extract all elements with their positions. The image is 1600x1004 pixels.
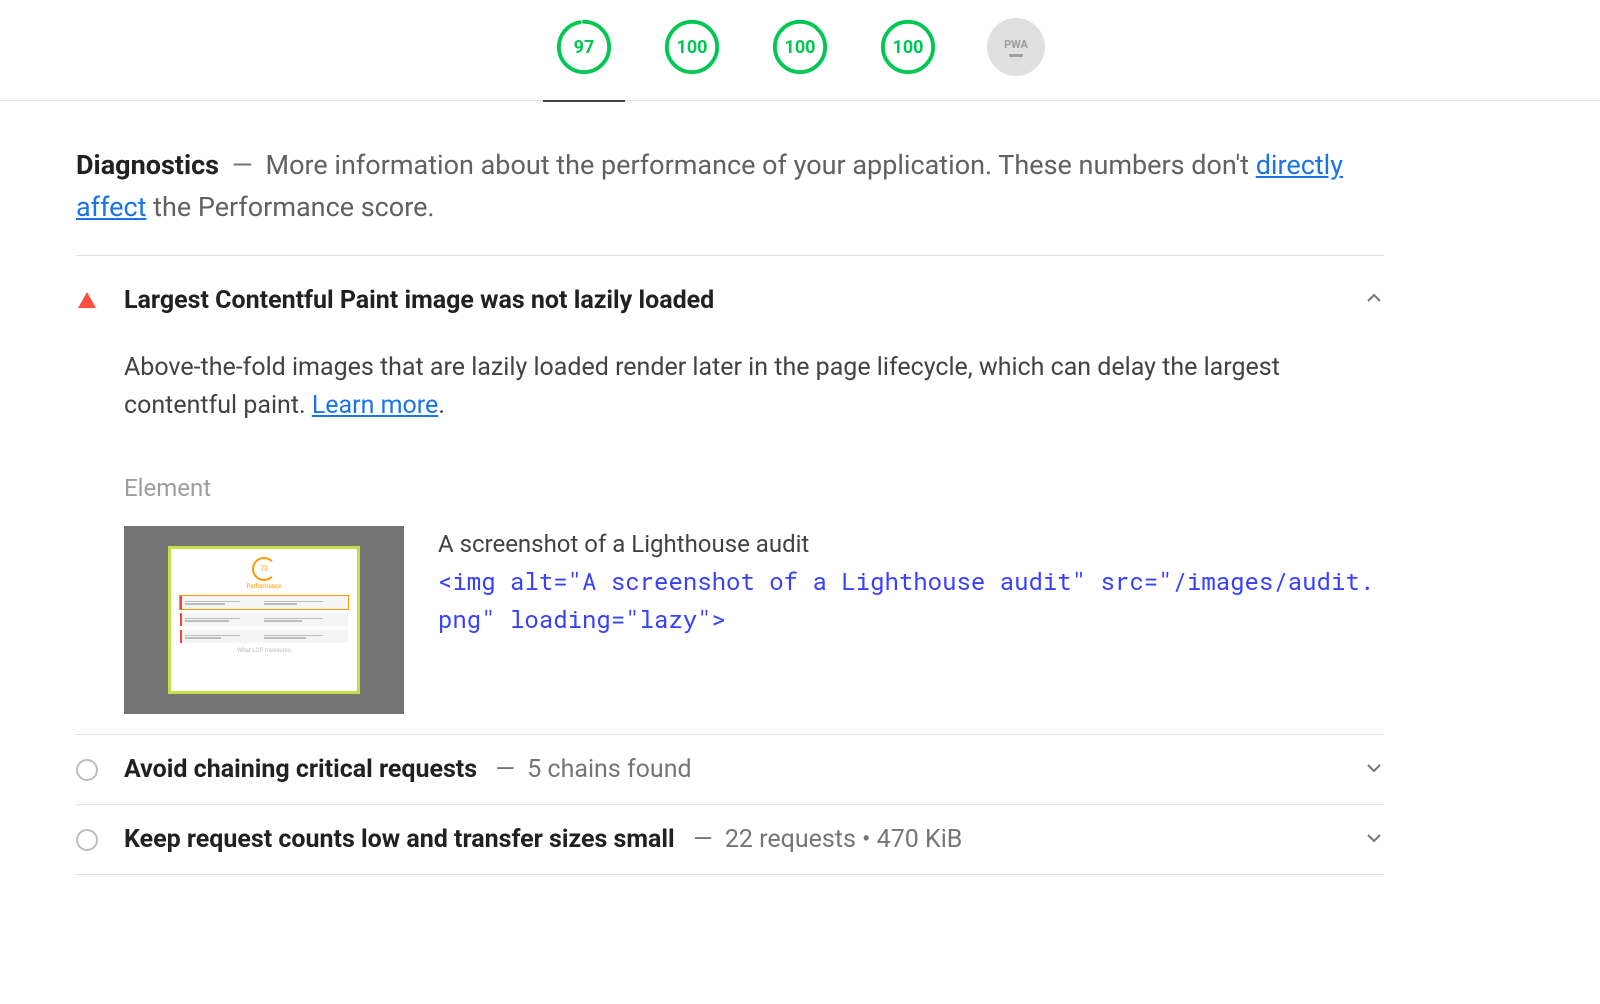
audit-header[interactable]: Keep request counts low and transfer siz… (76, 825, 1384, 854)
em-dash: — (226, 149, 259, 181)
chevron-down-icon[interactable] (1364, 758, 1384, 782)
warning-triangle-icon (76, 289, 98, 311)
diagnostics-text-2: the Performance score. (153, 191, 434, 223)
audit-item-chaining: Avoid chaining critical requests — 5 cha… (76, 735, 1384, 805)
score-header: 97 100 100 100 PWA (0, 0, 1600, 101)
audit-title: Keep request counts low and transfer siz… (124, 825, 675, 854)
pwa-dash-icon (1009, 54, 1023, 57)
audit-header[interactable]: Avoid chaining critical requests — 5 cha… (76, 755, 1384, 784)
neutral-circle-icon (76, 759, 98, 781)
element-caption: A screenshot of a Lighthouse audit (438, 526, 1384, 563)
score-gauge-accessibility[interactable]: 100 (663, 18, 721, 76)
score-gauge-pwa[interactable]: PWA (987, 18, 1045, 76)
diagnostics-text-1: More information about the performance o… (266, 149, 1256, 181)
element-column-header: Element (124, 474, 1384, 502)
element-details: A screenshot of a Lighthouse audit <img … (438, 526, 1384, 638)
audit-item-request-counts: Keep request counts low and transfer siz… (76, 805, 1384, 875)
chevron-down-icon[interactable] (1364, 828, 1384, 852)
chevron-up-icon[interactable] (1364, 288, 1384, 312)
element-thumbnail: 73 Performance What LCP measures (124, 526, 404, 714)
audit-subtitle: 5 chains found (527, 755, 691, 784)
neutral-circle-icon (76, 829, 98, 851)
score-value: 100 (663, 18, 721, 76)
pwa-label: PWA (1004, 38, 1028, 51)
score-gauge-best-practices[interactable]: 100 (771, 18, 829, 76)
score-value: 100 (771, 18, 829, 76)
audit-body: Above-the-fold images that are lazily lo… (76, 315, 1384, 715)
audit-item-lcp-lazy: Largest Contentful Paint image was not l… (76, 266, 1384, 736)
score-gauge-seo[interactable]: 100 (879, 18, 937, 76)
score-value: 100 (879, 18, 937, 76)
element-row: 73 Performance What LCP measures A scree… (124, 526, 1384, 714)
audit-header[interactable]: Largest Contentful Paint image was not l… (76, 286, 1384, 315)
score-gauge-performance[interactable]: 97 (555, 18, 613, 76)
audit-title: Avoid chaining critical requests (124, 755, 477, 784)
element-code-snippet: <img alt="A screenshot of a Lighthouse a… (438, 563, 1384, 637)
learn-more-link[interactable]: Learn more (312, 391, 438, 420)
audit-description: Above-the-fold images that are lazily lo… (124, 349, 1304, 427)
audit-subtitle: 22 requests • 470 KiB (725, 825, 963, 854)
diagnostics-heading: Diagnostics — More information about the… (76, 145, 1384, 256)
diagnostics-section: Diagnostics — More information about the… (0, 101, 1460, 875)
diagnostics-title: Diagnostics (76, 149, 219, 181)
audit-title: Largest Contentful Paint image was not l… (124, 286, 714, 315)
score-value: 97 (555, 18, 613, 76)
